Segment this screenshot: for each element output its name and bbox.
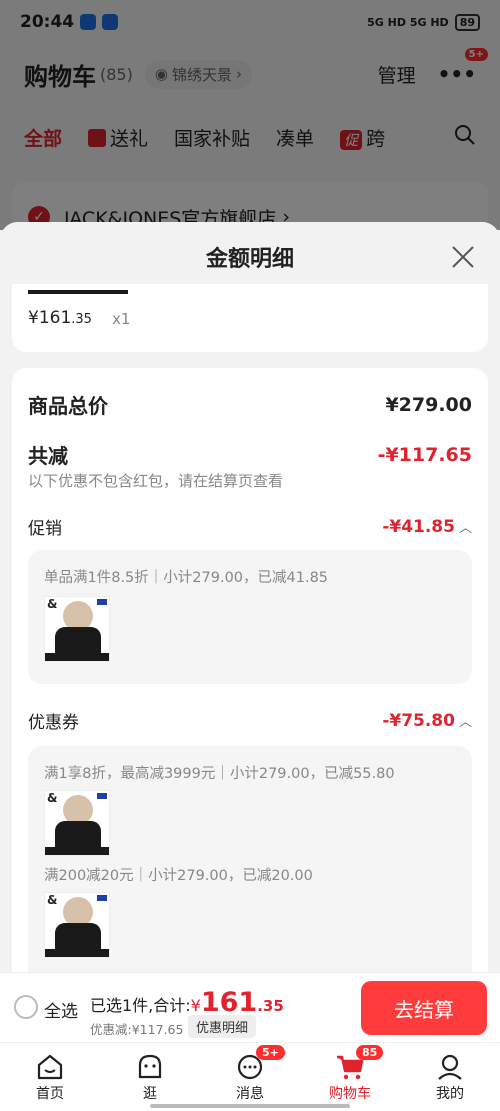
reduce-row: 共减 -¥117.65: [28, 440, 472, 469]
reduce-value: -¥117.65: [377, 443, 472, 466]
checkout-button[interactable]: 去结算: [361, 981, 487, 1035]
checkout-bar: 全选 已选1件,合计:¥161.35 优惠减:¥117.65 优惠明细 去结算: [0, 972, 500, 1042]
product-price-main: ¥161: [28, 308, 72, 328]
promo-label: 促销: [28, 519, 62, 539]
overlay-dim: [0, 0, 500, 230]
bottom-tab-bar: 首页 逛 5+ 消息 85 购物车 我的: [0, 1042, 500, 1111]
product-price-dec: .35: [71, 312, 92, 327]
discount-detail-button[interactable]: 优惠明细: [188, 1015, 257, 1038]
amount-detail-card: 商品总价 ¥279.00 共减 -¥117.65 以下优惠不包含红包，请在结算页…: [12, 368, 488, 972]
coupon-detail-box: 满1享8折，最高减3999元｜小计279.00，已减55.80 & 满200减2…: [28, 746, 472, 972]
sheet-header: 金额明细: [0, 222, 500, 292]
total-value: ¥279.00: [385, 393, 472, 416]
cart-badge: 85: [356, 1045, 384, 1060]
close-icon[interactable]: [450, 244, 476, 270]
profile-icon: [438, 1054, 462, 1080]
product-thumbnail: &: [44, 892, 110, 958]
coupon-label: 优惠券: [28, 713, 79, 733]
home-indicator: [150, 1104, 350, 1108]
total-main: 161: [200, 987, 258, 1018]
promo-value-wrap: -¥41.85 ︿: [382, 517, 472, 537]
reduce-label: 共减: [28, 444, 68, 468]
tab-messages-label: 消息: [236, 1086, 264, 1102]
promo-row[interactable]: 促销 -¥41.85 ︿: [28, 514, 472, 540]
product-card: ¥161.35 x1: [12, 284, 488, 352]
promo-detail-box: 单品满1件8.5折｜小计279.00，已减41.85 &: [28, 550, 472, 684]
tab-home-label: 首页: [36, 1086, 64, 1102]
home-icon: [37, 1054, 63, 1080]
sheet-title: 金额明细: [205, 247, 294, 272]
discount-text: 优惠减:¥117.65: [90, 1022, 184, 1037]
coupon-value-wrap: -¥75.80 ︿: [382, 711, 472, 731]
tab-profile[interactable]: 我的: [400, 1043, 500, 1111]
browse-face-icon: [138, 1054, 162, 1079]
product-thumbnail: &: [44, 790, 110, 856]
promo-detail: 单品满1件8.5折｜小计279.00，已减41.85: [44, 570, 329, 586]
product-price: ¥161.35: [28, 308, 92, 328]
tab-cart-label: 购物车: [329, 1086, 371, 1102]
total-yen: ¥: [190, 996, 201, 1015]
tab-home[interactable]: 首页: [0, 1043, 100, 1111]
product-thumbnail: &: [44, 596, 110, 662]
total-row: 商品总价 ¥279.00: [28, 390, 472, 419]
tab-cart[interactable]: 85 购物车: [300, 1043, 400, 1111]
coupon-detail-2: 满200减20元｜小计279.00，已减20.00: [44, 868, 313, 884]
tab-profile-label: 我的: [436, 1086, 464, 1102]
tab-messages[interactable]: 5+ 消息: [200, 1043, 300, 1111]
product-image-edge: [28, 290, 128, 294]
total-dec: .35: [257, 997, 284, 1015]
coupon-detail-1: 满1享8折，最高减3999元｜小计279.00，已减55.80: [44, 766, 395, 782]
messages-badge: 5+: [256, 1045, 285, 1060]
amount-detail-sheet: 金额明细 ¥161.35 x1 商品总价 ¥279.00 共减 -¥117.65…: [0, 222, 500, 972]
select-all-radio[interactable]: [14, 995, 38, 1019]
reduce-note: 以下优惠不包含红包，请在结算页查看: [28, 472, 284, 490]
promo-value: -¥41.85: [382, 516, 455, 537]
coupon-row[interactable]: 优惠券 -¥75.80 ︿: [28, 708, 472, 734]
selected-text: 已选1件,合计:: [90, 996, 191, 1015]
select-all-label[interactable]: 全选: [44, 997, 78, 1022]
tab-browse[interactable]: 逛: [100, 1043, 200, 1111]
chevron-up-icon: ︿: [458, 715, 472, 730]
total-label: 商品总价: [28, 394, 108, 418]
chevron-up-icon: ︿: [458, 521, 472, 536]
coupon-value: -¥75.80: [382, 710, 455, 731]
product-qty: x1: [112, 310, 131, 328]
selected-total: 已选1件,合计:¥161.35: [90, 987, 284, 1018]
tab-browse-label: 逛: [143, 1086, 157, 1102]
